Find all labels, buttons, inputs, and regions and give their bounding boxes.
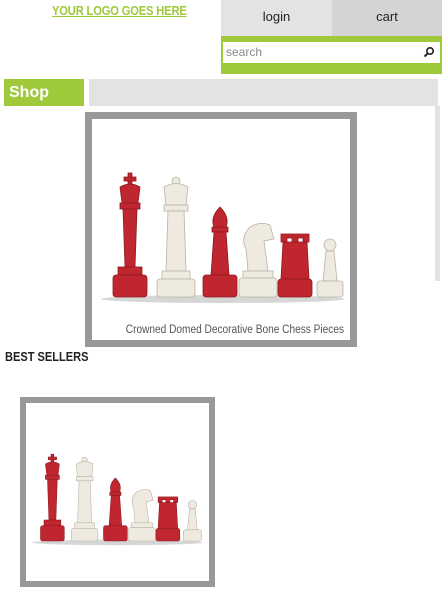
featured-caption: Crowned Domed Decorative Bone Chess Piec… (125, 324, 344, 336)
top-nav: login cart (221, 0, 442, 36)
shop-tab[interactable]: Shop (4, 79, 84, 106)
logo-link[interactable]: YOUR LOGO GOES HERE (52, 3, 187, 18)
chess-pieces-image (98, 167, 348, 307)
cart-button[interactable]: cart (332, 0, 442, 36)
search-box (223, 42, 440, 63)
best-sellers-heading: BEST SELLERS (5, 349, 89, 364)
login-button[interactable]: login (221, 0, 332, 36)
category-bar (89, 79, 438, 106)
search-icon[interactable] (423, 46, 435, 58)
best-seller-image (30, 449, 205, 549)
search-input[interactable] (226, 44, 416, 60)
best-seller-item[interactable] (20, 397, 215, 587)
search-bar (221, 36, 442, 74)
featured-product[interactable]: Crowned Domed Decorative Bone Chess Piec… (85, 112, 357, 347)
scrollbar[interactable] (435, 106, 440, 281)
